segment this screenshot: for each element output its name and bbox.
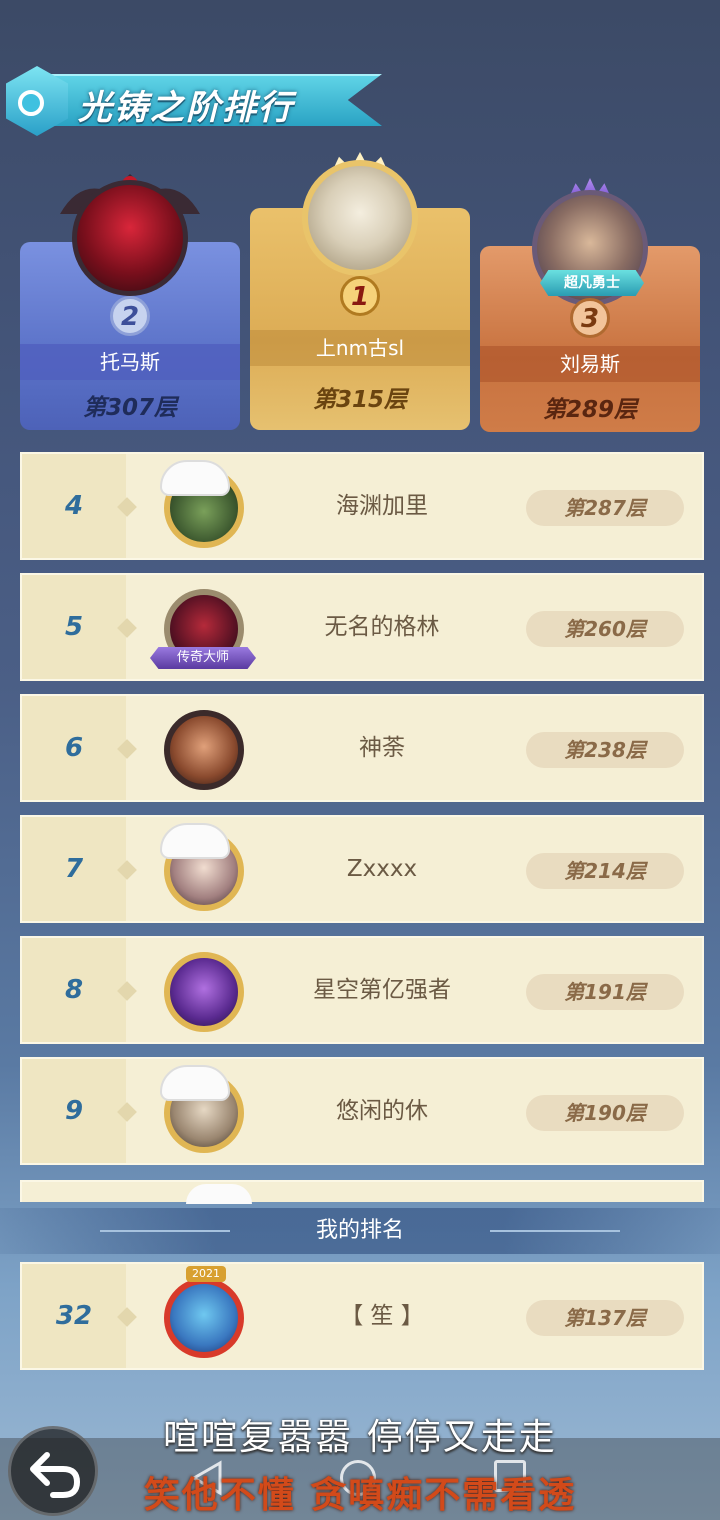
sheep-hat-icon [160,1065,230,1101]
sheep-hat-icon [160,823,230,859]
my-rank-row[interactable]: 32 2021 【 笙 】 第137层 [20,1262,704,1370]
rank-medal-icon: 1 [340,276,380,316]
title-banner: 光铸之阶排行 [0,66,390,136]
sheep-hat-icon [160,460,230,496]
year-frame-badge: 2021 [186,1266,226,1282]
my-rank-label: 我的排名 [315,1218,404,1243]
rank-number: 4 [64,491,84,521]
emblem-ring-icon [18,90,44,116]
floor-badge: 第238层 [526,732,684,768]
lyric-line-2: 笑他不懂 贪嗔痴不需看透 [143,1475,577,1516]
list-item[interactable]: 9 悠闲的休 第190层 [20,1057,704,1165]
rank-number: 32 [55,1301,93,1331]
player-name: Zxxxx [346,856,418,882]
player-name: 无名的格林 [324,614,440,640]
avatar[interactable] [302,160,418,276]
lyric-line-1: 喧喧复嚣嚣 停停又走走 [163,1417,557,1458]
floor-badge: 第137层 [526,1300,684,1336]
floor-badge: 第287层 [526,490,684,526]
title-badge: 传奇大师 [150,647,256,669]
rank-number: 6 [64,733,84,763]
avatar[interactable] [72,180,188,296]
player-name: 【 笙 】 [340,1303,424,1329]
avatar[interactable] [164,1278,244,1358]
list-item[interactable]: 4 海渊加里 第287层 [20,452,704,560]
back-arrow-icon [30,1452,81,1498]
sheep-hat-icon [186,1184,252,1204]
rank-number: 9 [64,1096,84,1126]
floor-badge: 第191层 [526,974,684,1010]
podium-name: 上nm古sl [250,330,470,366]
avatar[interactable] [164,710,244,790]
rank-medal-icon: 3 [570,298,610,338]
podium-floor: 第315层 [312,387,407,413]
floor-badge: 第190层 [526,1095,684,1131]
list-item[interactable]: 6 神荼 第238层 [20,694,704,802]
rank-number: 7 [64,854,84,884]
rank-number: 5 [64,612,84,642]
podium-floor: 第289层 [542,397,637,423]
player-name: 悠闲的休 [336,1098,428,1124]
player-name: 星空第亿强者 [313,977,451,1003]
list-item[interactable]: 5 传奇大师 无名的格林 第260层 [20,573,704,681]
avatar[interactable] [164,952,244,1032]
rank-medal-icon: 2 [110,296,150,336]
page-title: 光铸之阶排行 [78,88,294,128]
podium-floor: 第307层 [82,395,177,421]
player-name: 海渊加里 [336,493,428,519]
rank-number: 8 [64,975,84,1005]
floor-badge: 第214层 [526,853,684,889]
list-item[interactable]: 8 星空第亿强者 第191层 [20,936,704,1044]
list-item[interactable]: 7 Zxxxx 第214层 [20,815,704,923]
podium-name: 托马斯 [20,344,240,380]
back-button[interactable] [8,1426,98,1516]
title-tag: 超凡勇士 [540,270,644,296]
floor-badge: 第260层 [526,611,684,647]
podium-name: 刘易斯 [480,346,700,382]
my-rank-divider: 我的排名 [0,1208,720,1254]
player-name: 神荼 [359,735,405,761]
list-item-partial[interactable] [20,1180,704,1204]
